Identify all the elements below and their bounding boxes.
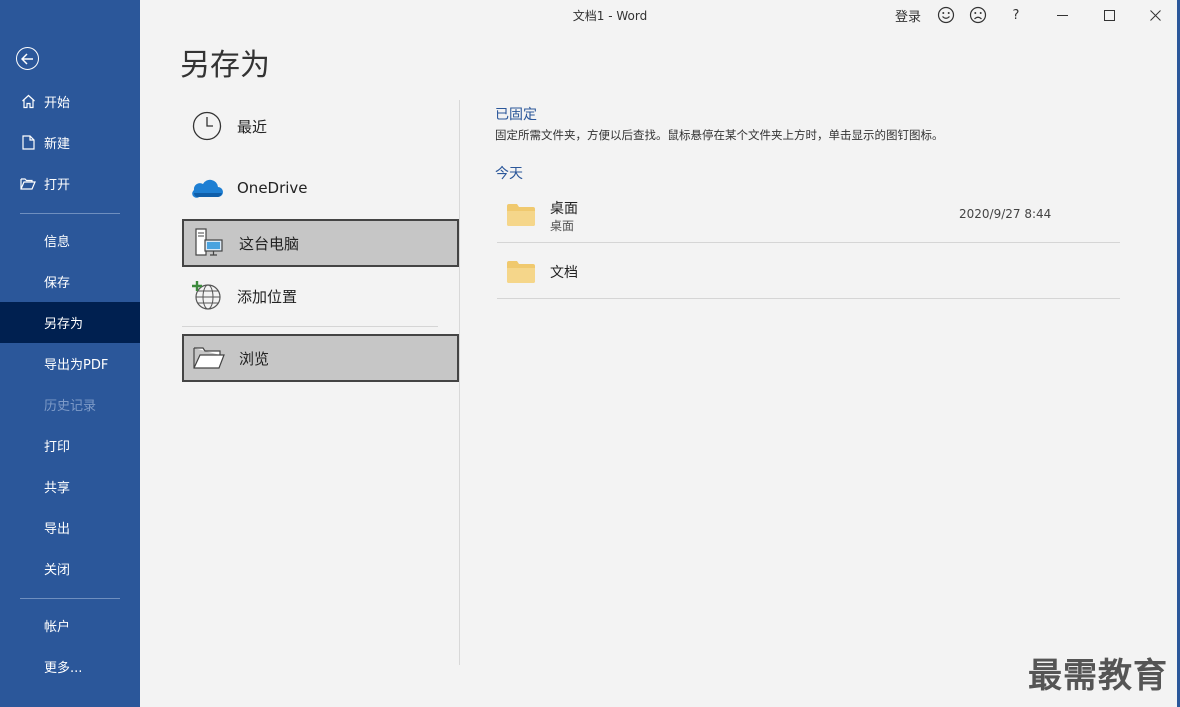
add-location-globe-icon xyxy=(190,279,224,313)
folder-name: 桌面 xyxy=(550,201,578,217)
sidebar-item-history: 历史记录 xyxy=(0,384,140,425)
sidebar-item-label: 导出 xyxy=(44,522,71,537)
pinned-section-title: 已固定 xyxy=(495,107,537,123)
folder-icon xyxy=(507,261,535,283)
page-title: 另存为 xyxy=(180,48,270,83)
sidebar-item-close[interactable]: 关闭 xyxy=(0,548,140,589)
folder-path: 桌面 xyxy=(550,219,575,233)
help-button[interactable]: ? xyxy=(1006,5,1026,25)
folder-row-documents[interactable]: 文档 xyxy=(497,243,1120,299)
close-icon[interactable] xyxy=(1145,5,1165,25)
computer-icon xyxy=(192,226,226,260)
sidebar-item-more[interactable]: 更多... xyxy=(0,646,140,687)
sidebar-divider xyxy=(20,598,120,599)
sidebar-item-export-pdf[interactable]: 导出为PDF xyxy=(0,343,140,384)
today-section-title: 今天 xyxy=(495,166,523,182)
sidebar-item-share[interactable]: 共享 xyxy=(0,466,140,507)
sidebar-item-label: 更多... xyxy=(44,661,83,676)
minimize-icon[interactable] xyxy=(1052,5,1072,25)
sidebar-item-label: 新建 xyxy=(44,137,71,152)
sidebar-item-home[interactable]: 开始 xyxy=(0,81,140,122)
maximize-icon[interactable] xyxy=(1099,5,1119,25)
location-label: OneDrive xyxy=(237,179,308,197)
open-folder-icon xyxy=(20,176,36,192)
sidebar-divider xyxy=(20,213,120,214)
sidebar-item-label: 历史记录 xyxy=(44,399,97,414)
back-arrow-icon[interactable] xyxy=(16,47,39,70)
folder-name: 文档 xyxy=(550,265,578,281)
location-browse[interactable]: 浏览 xyxy=(182,334,459,382)
sidebar-item-save-as[interactable]: 另存为 xyxy=(0,302,140,343)
location-label: 最近 xyxy=(237,117,268,136)
new-document-icon xyxy=(20,135,36,151)
watermark-logo: 最需教育 xyxy=(1028,656,1168,696)
pinned-description: 固定所需文件夹，方便以后查找。鼠标悬停在某个文件夹上方时，单击显示的图钉图标。 xyxy=(495,128,944,142)
clock-icon xyxy=(190,109,224,143)
login-button[interactable]: 登录 xyxy=(893,5,923,25)
sidebar-item-label: 关闭 xyxy=(44,563,71,578)
sidebar-item-label: 开始 xyxy=(44,96,71,111)
location-label: 添加位置 xyxy=(237,287,298,306)
sidebar-item-export[interactable]: 导出 xyxy=(0,507,140,548)
sidebar-item-label: 导出为PDF xyxy=(44,358,109,373)
smile-feedback-icon[interactable] xyxy=(935,5,957,25)
title-bar: 文档1 - Word 登录 ? xyxy=(140,0,1180,30)
sidebar-item-save[interactable]: 保存 xyxy=(0,261,140,302)
sidebar-item-label: 共享 xyxy=(44,481,71,496)
sidebar-item-new[interactable]: 新建 xyxy=(0,122,140,163)
sidebar-item-open[interactable]: 打开 xyxy=(0,163,140,204)
location-label: 浏览 xyxy=(239,349,270,368)
folder-date: 2020/9/27 8:44 xyxy=(959,207,1052,221)
browse-folder-icon xyxy=(192,341,226,375)
location-label: 这台电脑 xyxy=(239,234,300,253)
backstage-sidebar: 开始 新建 打开 信息 保存 另存为 导出为PDF 历史记录 打印 共享 导出 … xyxy=(0,0,140,707)
location-this-pc[interactable]: 这台电脑 xyxy=(182,219,459,267)
folder-row-desktop[interactable]: 桌面 桌面 2020/9/27 8:44 xyxy=(497,188,1120,243)
sidebar-item-label: 帐户 xyxy=(44,620,71,635)
location-recent[interactable]: 最近 xyxy=(182,102,459,150)
cloud-icon xyxy=(190,171,224,205)
sidebar-item-label: 信息 xyxy=(44,235,71,250)
panel-divider xyxy=(459,100,460,665)
sidebar-item-label: 打开 xyxy=(44,178,71,193)
sidebar-item-label: 另存为 xyxy=(44,317,84,332)
folder-icon xyxy=(507,204,535,226)
sidebar-item-info[interactable]: 信息 xyxy=(0,220,140,261)
location-add-place[interactable]: 添加位置 xyxy=(182,272,459,320)
sidebar-item-label: 保存 xyxy=(44,276,71,291)
sidebar-item-label: 打印 xyxy=(44,440,71,455)
home-icon xyxy=(20,94,36,110)
location-onedrive[interactable]: OneDrive xyxy=(182,164,459,212)
frown-feedback-icon[interactable] xyxy=(967,5,989,25)
location-divider xyxy=(182,326,438,327)
sidebar-item-print[interactable]: 打印 xyxy=(0,425,140,466)
sidebar-item-account[interactable]: 帐户 xyxy=(0,605,140,646)
